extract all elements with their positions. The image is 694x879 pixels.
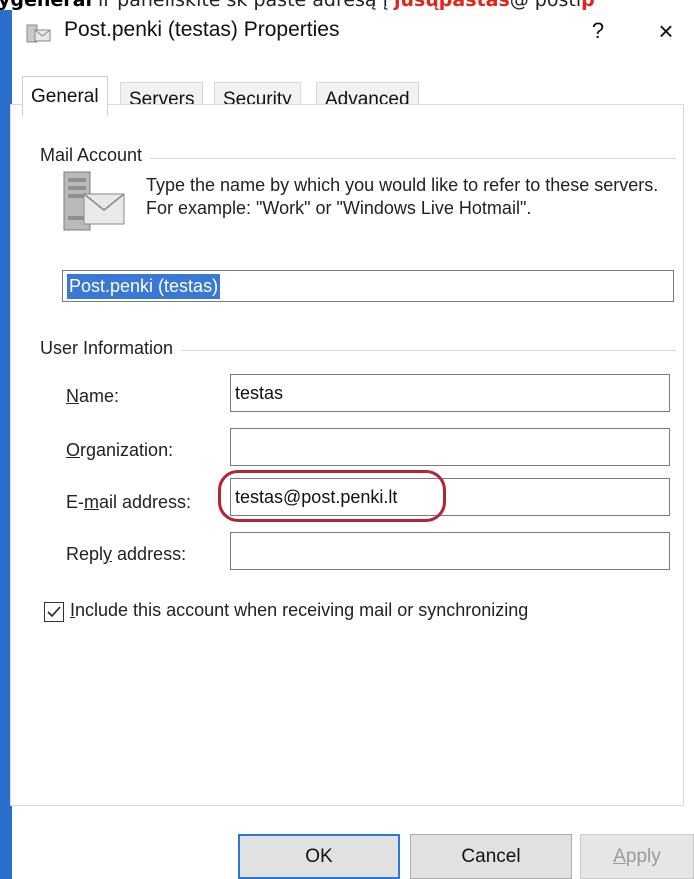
email-label: E-mail address: bbox=[66, 492, 192, 512]
email-highlight-annotation bbox=[218, 470, 446, 522]
annotation-text: ygeneral ir paneliskite sk paste adresą … bbox=[0, 0, 595, 10]
mail-server-icon bbox=[63, 171, 125, 231]
checkmark-icon bbox=[47, 606, 61, 618]
ok-button[interactable]: OK bbox=[238, 834, 400, 879]
user-info-group-label: User Information bbox=[40, 338, 182, 359]
help-button[interactable]: ? bbox=[580, 14, 616, 48]
account-name-selected-text: Post.penki (testas) bbox=[67, 274, 221, 299]
window-title: Post.penki (testas) Properties bbox=[64, 18, 340, 41]
title-bar[interactable]: Post.penki (testas) Properties ? × bbox=[12, 10, 694, 52]
reply-address-label: Reply address: bbox=[66, 544, 187, 564]
mail-account-group-label: Mail Account bbox=[40, 145, 151, 166]
apply-button[interactable]: Apply bbox=[580, 834, 694, 879]
mail-account-description: Type the name by which you would like to… bbox=[146, 175, 659, 218]
tab-general[interactable]: General bbox=[22, 76, 108, 116]
organization-field[interactable] bbox=[230, 428, 670, 466]
include-account-checkbox[interactable] bbox=[44, 602, 64, 622]
name-field[interactable]: testas bbox=[230, 374, 670, 412]
organization-label: Organization: bbox=[66, 440, 174, 460]
mail-account-icon bbox=[26, 24, 51, 43]
annotation-strip: ygeneral ir paneliskite sk paste adresą … bbox=[0, 0, 694, 10]
name-label: Name: bbox=[66, 386, 120, 406]
cancel-button[interactable]: Cancel bbox=[410, 834, 572, 879]
account-name-input[interactable]: Post.penki (testas) bbox=[62, 270, 674, 302]
close-button[interactable]: × bbox=[644, 14, 688, 48]
include-account-label[interactable]: Include this account when receiving mail… bbox=[70, 600, 528, 621]
reply-address-field[interactable] bbox=[230, 532, 670, 570]
